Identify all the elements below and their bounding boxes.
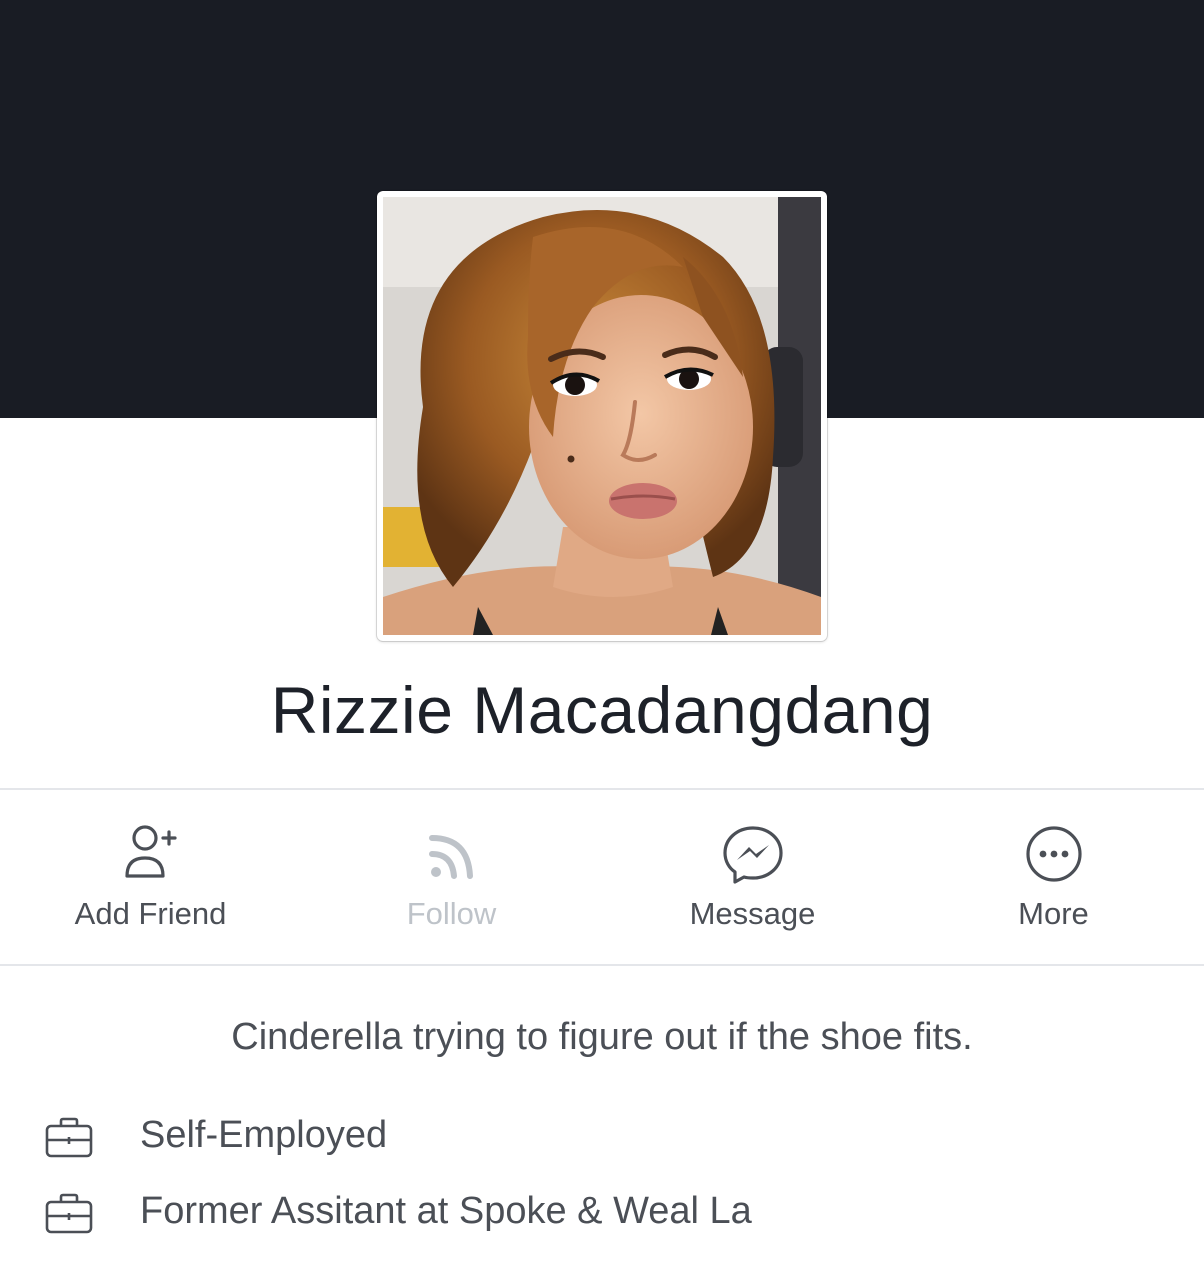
- briefcase-icon: [45, 1117, 93, 1158]
- briefcase-icon: [45, 1193, 93, 1234]
- more-button[interactable]: More: [903, 792, 1204, 964]
- profile-picture[interactable]: [377, 191, 827, 641]
- more-label: More: [1018, 896, 1089, 931]
- info-item-work[interactable]: Former Assitant at Spoke & Weal La: [0, 1184, 1204, 1244]
- profile-name: Rizzie Macadangdang: [270, 673, 934, 747]
- divider: [0, 788, 1204, 790]
- add-friend-label: Add Friend: [74, 896, 227, 931]
- messenger-icon: [722, 826, 783, 884]
- info-text: Former Assitant at Spoke & Weal La: [140, 1190, 752, 1232]
- add-friend-button[interactable]: Add Friend: [0, 792, 301, 964]
- profile-photo-image: [383, 197, 821, 635]
- message-label: Message: [689, 896, 816, 931]
- profile-bio: Cinderella trying to figure out if the s…: [231, 1016, 973, 1058]
- profile-actions-bar: Add Friend Follow Message More: [0, 792, 1204, 964]
- divider: [0, 964, 1204, 966]
- info-text: Self-Employed: [140, 1114, 388, 1156]
- follow-label: Follow: [406, 896, 497, 931]
- more-icon: [1025, 826, 1082, 882]
- info-item-work[interactable]: Self-Employed: [0, 1108, 1204, 1168]
- message-button[interactable]: Message: [602, 792, 903, 964]
- follow-button[interactable]: Follow: [301, 792, 602, 964]
- add-friend-icon: [124, 825, 177, 878]
- follow-icon: [428, 835, 473, 879]
